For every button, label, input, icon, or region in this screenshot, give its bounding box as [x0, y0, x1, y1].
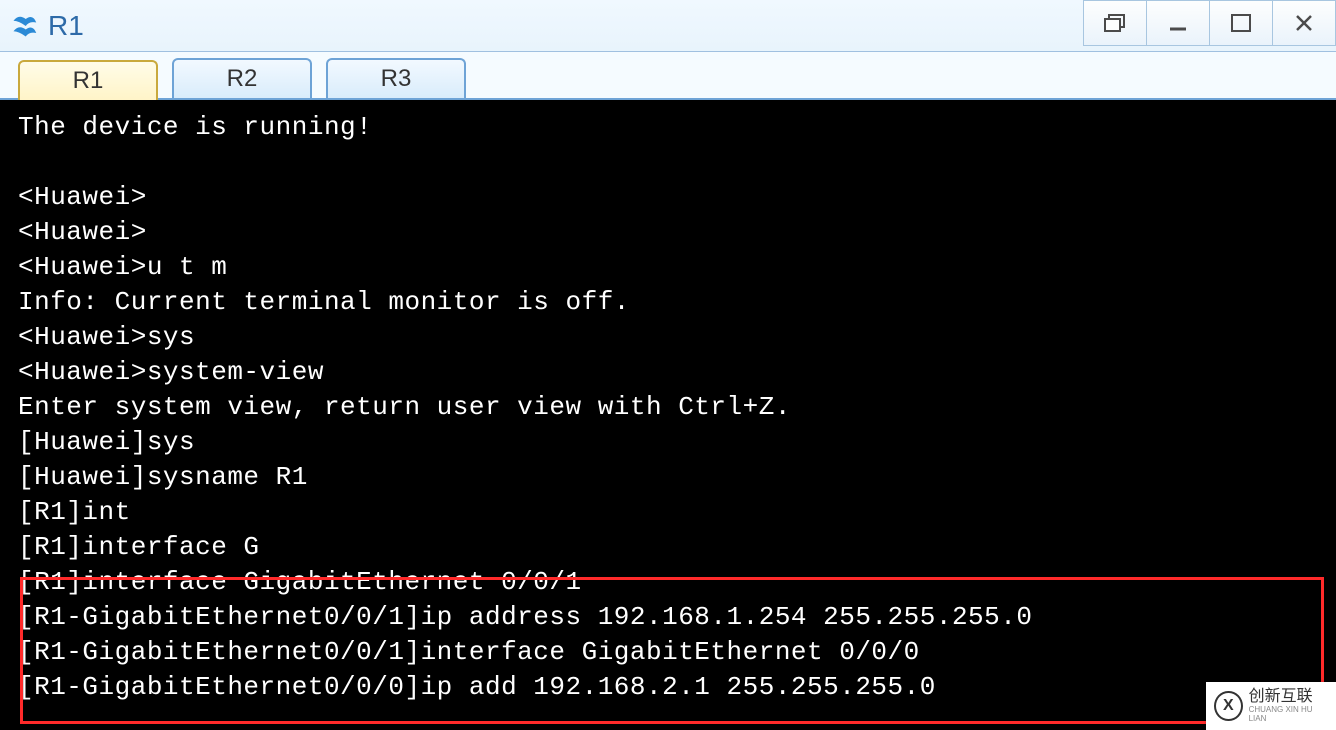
minimize-button[interactable] [1146, 0, 1210, 46]
ensp-icon [10, 12, 38, 40]
watermark-logo-letter: X [1223, 697, 1234, 715]
tab-label: R2 [227, 65, 258, 93]
restore-icon [1102, 12, 1128, 34]
maximize-button[interactable] [1209, 0, 1273, 46]
tab-r1[interactable]: R1 [18, 60, 158, 100]
tab-r3[interactable]: R3 [326, 58, 466, 98]
watermark-subtext: CHUANG XIN HU LIAN [1249, 706, 1328, 724]
maximize-icon [1228, 12, 1254, 34]
minimize-icon [1165, 12, 1191, 34]
close-icon [1291, 12, 1317, 34]
watermark: X 创新互联 CHUANG XIN HU LIAN [1206, 682, 1336, 730]
titlebar: R1 [0, 0, 1336, 52]
tab-r2[interactable]: R2 [172, 58, 312, 98]
tab-label: R3 [381, 65, 412, 93]
close-button[interactable] [1272, 0, 1336, 46]
terminal-pane[interactable]: The device is running! <Huawei> <Huawei>… [0, 100, 1336, 730]
terminal-output: The device is running! <Huawei> <Huawei>… [18, 110, 1318, 705]
tab-label: R1 [73, 67, 104, 95]
watermark-logo-icon: X [1214, 691, 1243, 721]
window-controls [1084, 0, 1336, 48]
tab-strip: R1 R2 R3 [0, 52, 1336, 100]
window-title: R1 [48, 10, 84, 42]
restore-button[interactable] [1083, 0, 1147, 46]
watermark-text: 创新互联 [1249, 688, 1328, 706]
